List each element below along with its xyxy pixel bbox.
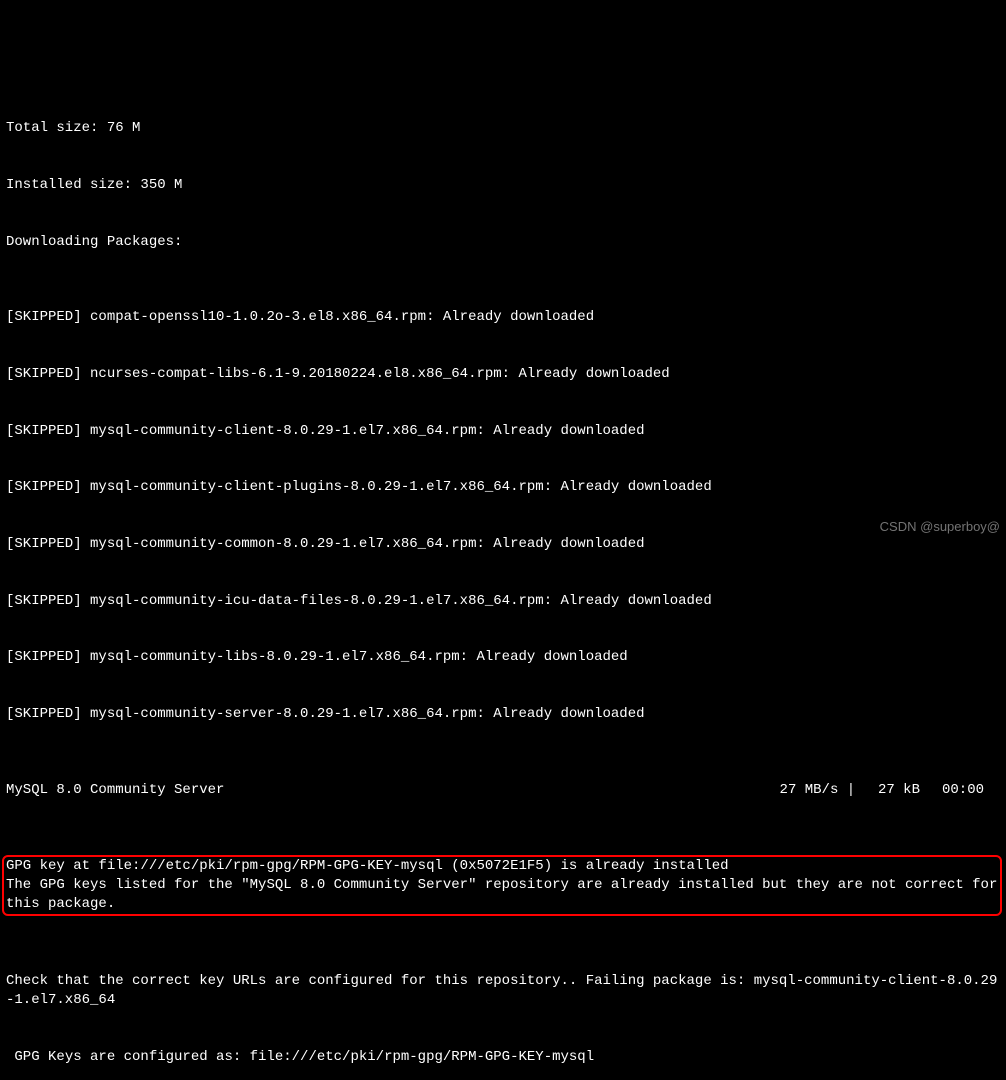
total-size-line: Total size: 76 M	[6, 119, 1000, 138]
installed-size-line: Installed size: 350 M	[6, 176, 1000, 195]
download-progress-row: MySQL 8.0 Community Server 27 MB/s | 27 …	[6, 781, 1000, 800]
download-speed: 27 MB/s |	[780, 781, 862, 800]
download-name: MySQL 8.0 Community Server	[6, 781, 224, 800]
output-line: Check that the correct key URLs are conf…	[6, 972, 1000, 1010]
skipped-line: [SKIPPED] ncurses-compat-libs-6.1-9.2018…	[6, 365, 1000, 384]
output-line: GPG Keys are configured as: file:///etc/…	[6, 1048, 1000, 1067]
skipped-line: [SKIPPED] mysql-community-client-plugins…	[6, 478, 1000, 497]
skipped-line: [SKIPPED] mysql-community-libs-8.0.29-1.…	[6, 648, 1000, 667]
skipped-line: [SKIPPED] mysql-community-icu-data-files…	[6, 592, 1000, 611]
terminal-output: Total size: 76 M Installed size: 350 M D…	[6, 82, 1000, 1080]
download-size: 27 kB	[861, 781, 942, 800]
watermark: CSDN @superboy@	[880, 518, 1000, 536]
skipped-line: [SKIPPED] mysql-community-client-8.0.29-…	[6, 422, 1000, 441]
gpg-error-highlight: GPG key at file:///etc/pki/rpm-gpg/RPM-G…	[2, 855, 1002, 916]
downloading-line: Downloading Packages:	[6, 233, 1000, 252]
download-time: 00:00	[942, 781, 1000, 800]
skipped-line: [SKIPPED] mysql-community-server-8.0.29-…	[6, 705, 1000, 724]
skipped-line: [SKIPPED] compat-openssl10-1.0.2o-3.el8.…	[6, 308, 1000, 327]
skipped-line: [SKIPPED] mysql-community-common-8.0.29-…	[6, 535, 1000, 554]
